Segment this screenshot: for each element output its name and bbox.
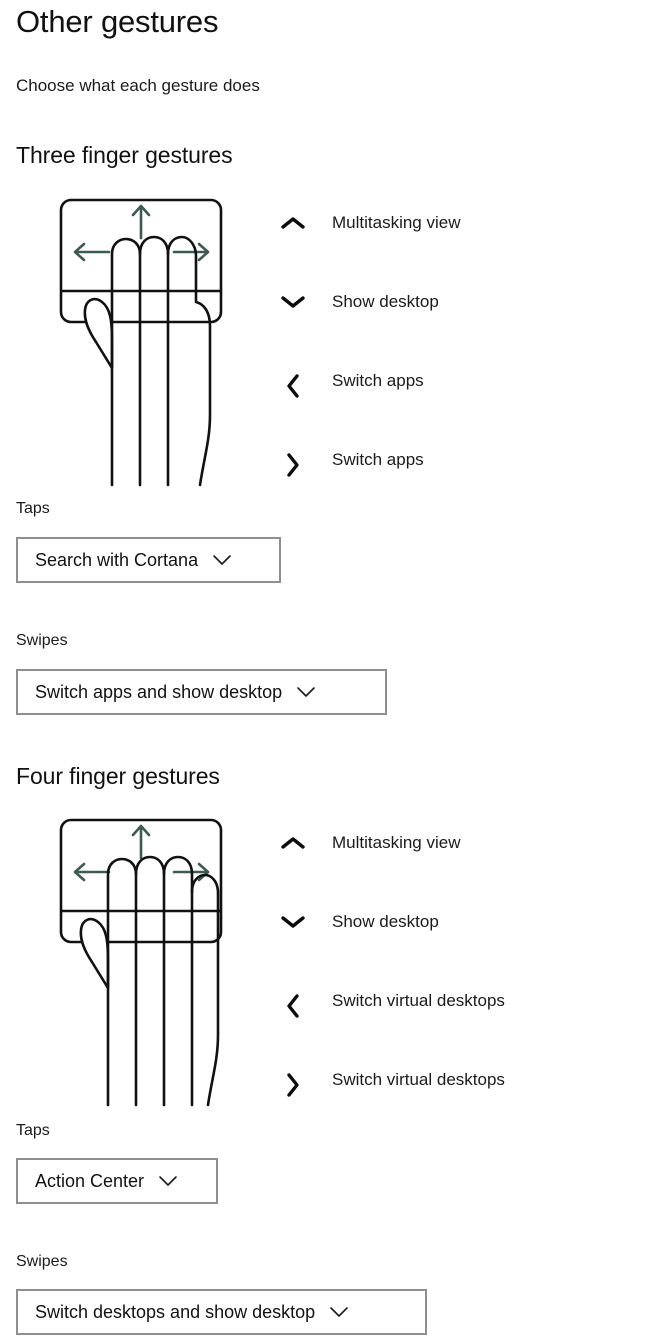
chevron-up-icon [276,200,310,231]
gesture-row: Switch apps [276,358,461,437]
taps-dropdown-value: Search with Cortana [35,550,199,570]
swipes-dropdown-three-finger[interactable]: Switch apps and show desktop [16,669,387,715]
other-gestures-settings-page: Other gestures Choose what each gesture … [0,0,664,1343]
swipes-label: Swipes [16,632,68,649]
gesture-label: Show desktop [332,912,439,931]
chevron-down-icon [329,1306,349,1318]
chevron-right-icon [276,1057,310,1098]
four-finger-touchpad-illustration [52,810,252,1115]
chevron-left-icon [276,978,310,1019]
taps-dropdown-three-finger[interactable]: Search with Cortana [16,537,281,583]
swipes-dropdown-value: Switch apps and show desktop [35,682,283,702]
swipes-dropdown-four-finger[interactable]: Switch desktops and show desktop [16,1289,427,1335]
three-finger-gesture-list: Multitasking view Show desktop Switch ap… [276,200,461,516]
chevron-down-icon [276,899,310,930]
section-title-three-finger: Three finger gestures [16,142,233,168]
gesture-row: Switch virtual desktops [276,1057,505,1136]
chevron-down-icon [212,554,232,566]
gesture-row: Show desktop [276,899,505,978]
three-finger-touchpad-illustration [52,190,252,495]
taps-dropdown-four-finger[interactable]: Action Center [16,1158,218,1204]
taps-label: Taps [16,500,50,517]
page-title: Other gestures [16,4,219,39]
gesture-label: Multitasking view [332,833,461,852]
four-finger-gesture-list: Multitasking view Show desktop Switch vi… [276,820,505,1136]
gesture-row: Multitasking view [276,200,461,279]
swipes-label: Swipes [16,1253,68,1270]
chevron-down-icon [276,279,310,310]
gesture-row: Switch virtual desktops [276,978,505,1057]
chevron-right-icon [276,437,310,478]
gesture-label: Multitasking view [332,213,461,232]
taps-label: Taps [16,1122,50,1139]
gesture-label: Show desktop [332,292,439,311]
chevron-up-icon [276,820,310,851]
gesture-label: Switch virtual desktops [332,1070,505,1089]
gesture-label: Switch apps [332,371,424,390]
taps-dropdown-value: Action Center [35,1171,145,1191]
gesture-label: Switch virtual desktops [332,991,505,1010]
chevron-down-icon [158,1175,178,1187]
swipes-dropdown-value: Switch desktops and show desktop [35,1302,316,1322]
gesture-row: Multitasking view [276,820,505,899]
chevron-down-icon [296,686,316,698]
chevron-left-icon [276,358,310,399]
page-subtitle: Choose what each gesture does [16,76,260,95]
section-title-four-finger: Four finger gestures [16,763,220,789]
gesture-row: Switch apps [276,437,461,516]
gesture-label: Switch apps [332,450,424,469]
gesture-row: Show desktop [276,279,461,358]
